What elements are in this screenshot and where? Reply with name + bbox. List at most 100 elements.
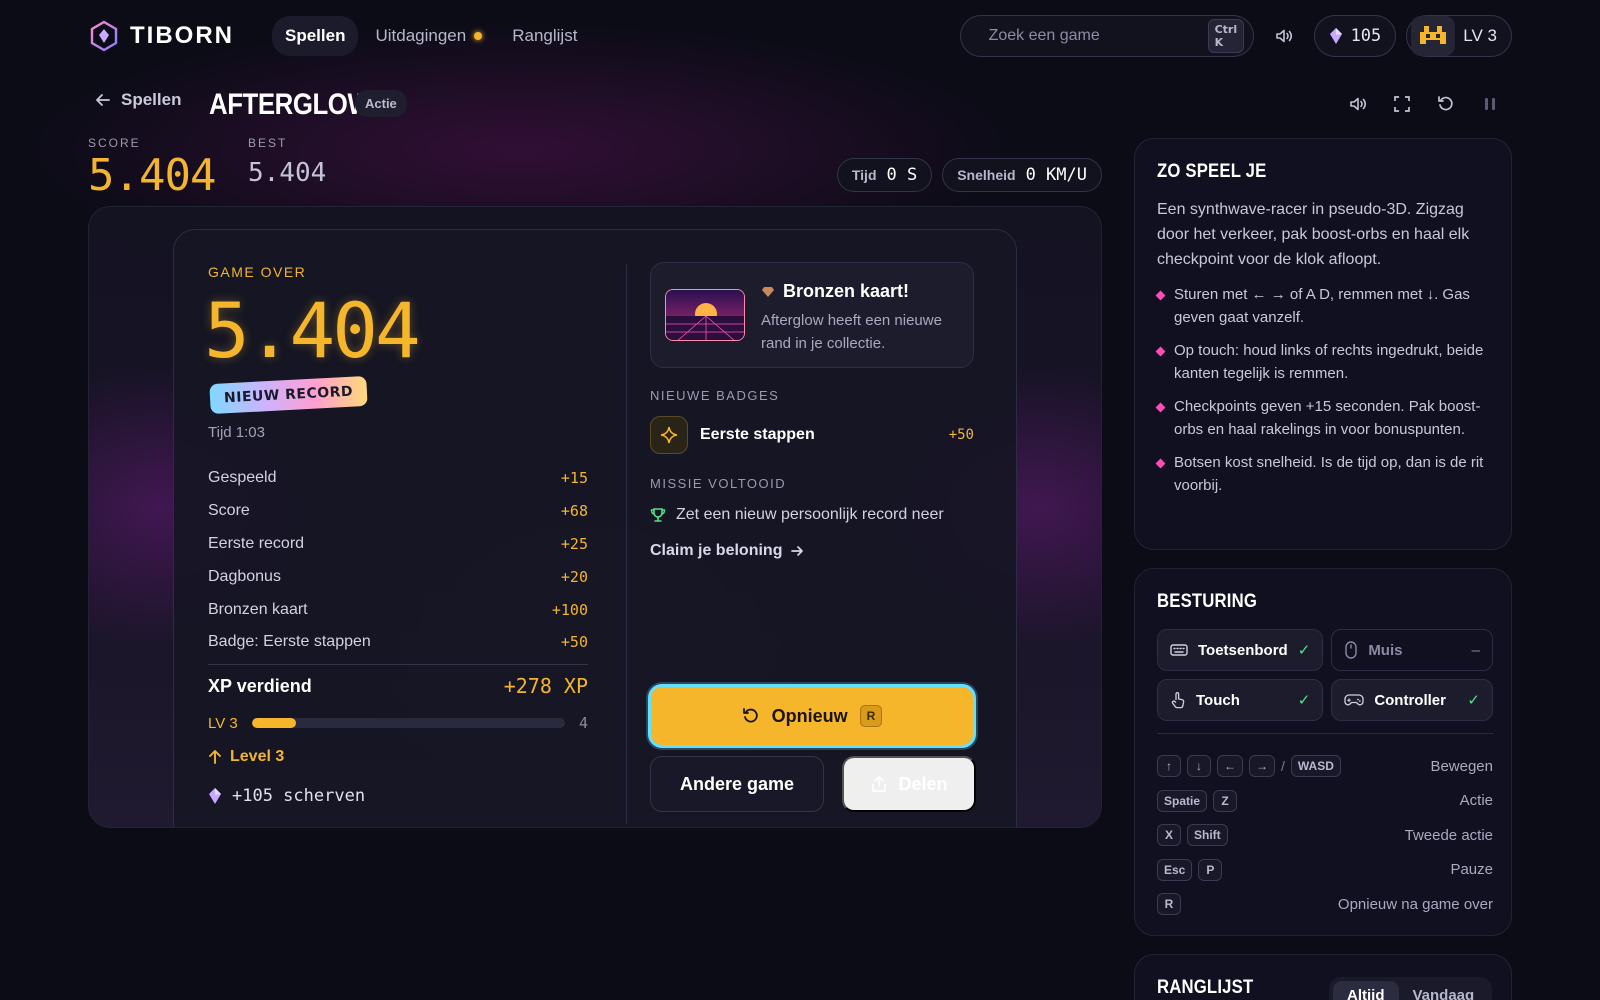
shards-counter[interactable]: 105 [1313, 15, 1397, 57]
level-to: 4 [578, 714, 588, 732]
speed-chip: Snelheid 0 KM/U [942, 158, 1102, 192]
xp-breakdown: Gespeeld +15 Score +68 Eerste record +25 Da… [208, 462, 588, 659]
search-input[interactable] [988, 27, 1196, 45]
logo[interactable]: TIBORN [88, 20, 234, 52]
reward-label: Dagbonus [208, 567, 281, 585]
time-chip: Tijd 0 S [836, 158, 933, 192]
sound-button[interactable] [1264, 16, 1304, 56]
reward-label: Eerste record [208, 534, 305, 552]
key-cap: Z [1213, 789, 1238, 812]
unlock-card[interactable]: Bronzen kaart! Afterglow heeft een nieuw… [650, 262, 974, 368]
tab-vandaag[interactable]: Vandaag [1399, 981, 1489, 1000]
device-mouse[interactable]: Muis – [1331, 629, 1493, 671]
reward-value: +15 [560, 469, 588, 488]
tip-text: Op touch: houd links of rechts ingedrukt… [1174, 342, 1484, 382]
mission-item: Zet een nieuw persoonlijk record neer [650, 506, 944, 524]
nav-link-label: Spellen [285, 26, 346, 45]
restart-icon [742, 708, 758, 723]
sparkle-icon [660, 426, 678, 444]
device-controller[interactable]: Controller ✓ [1331, 679, 1493, 721]
level-progress-bar [251, 718, 565, 728]
retry-button[interactable]: Opnieuw R [648, 684, 976, 748]
bullet-diamond-icon [1155, 346, 1166, 357]
diamond-icon [762, 286, 774, 297]
restart-button[interactable] [1428, 86, 1464, 122]
key-cap: Esc [1157, 858, 1193, 881]
claim-label: Claim je beloning [650, 542, 783, 559]
arrow-left-icon [96, 94, 110, 106]
notification-dot [474, 32, 483, 40]
leaderboard-tabs: Altijd Vandaag [1329, 977, 1493, 1000]
genre-badge: Actie [355, 90, 407, 117]
key-binding-row: X Shift Tweede actie [1157, 818, 1493, 853]
device-status: – [1471, 641, 1480, 659]
synthwave-thumbnail-icon [666, 290, 744, 340]
pause-button[interactable] [1472, 86, 1508, 122]
profile-level[interactable]: LV 3 [1406, 15, 1512, 57]
nav-link-uitdagingen[interactable]: Uitdagingen [362, 16, 495, 56]
final-score: 5.404 [204, 286, 421, 375]
claim-reward-link[interactable]: Claim je beloning [650, 542, 804, 560]
share-label: Delen [898, 773, 948, 794]
best-score: 5.404 [248, 158, 327, 188]
mission-label: MISSIE VOLTOOID [650, 476, 787, 491]
shards-count: 105 [1350, 26, 1382, 46]
reward-label: Badge: Eerste stappen [208, 633, 371, 651]
nav-right: Ctrl K 105 LV 3 [959, 15, 1512, 57]
search-box[interactable]: Ctrl K [959, 15, 1254, 57]
reward-value: +68 [560, 502, 588, 521]
xp-value: +278 XP [503, 674, 588, 698]
level-progress: LV 3 4 [208, 714, 588, 732]
nav-link-ranglijst[interactable]: Ranglijst [499, 16, 590, 56]
level-label: LV 3 [1463, 26, 1497, 45]
device-label: Controller [1374, 691, 1446, 709]
time-value: 0 S [886, 165, 918, 185]
other-game-button[interactable]: Andere game [650, 756, 824, 812]
game-over-card: GAME OVER 5.404 NIEUW RECORD Tijd 1:03 G… [173, 229, 1017, 827]
badge-name: Eerste stappen [700, 426, 815, 443]
howto-title: ZO SPEEL JE [1157, 161, 1267, 182]
bullet-diamond-icon [1155, 290, 1166, 301]
reward-row: Badge: Eerste stappen +50 [208, 626, 588, 659]
reward-label: Bronzen kaart [208, 600, 308, 618]
fullscreen-icon [1394, 96, 1410, 112]
mute-button[interactable] [1340, 86, 1376, 122]
key-binding-row: R Opnieuw na game over [1157, 887, 1493, 922]
level-up: Level 3 [208, 748, 284, 766]
key-binding-row: Spatie Z Actie [1157, 784, 1493, 819]
tip-text: Botsen kost snelheid. Is de tijd op, dan… [1174, 454, 1484, 494]
search-shortcut: Ctrl K [1207, 19, 1245, 53]
list-item: Botsen kost snelheid. Is de tijd op, dan… [1155, 451, 1493, 497]
nav-link-spellen[interactable]: Spellen [272, 16, 359, 56]
key-cap: ↓ [1187, 755, 1211, 778]
key-cap: WASD [1290, 755, 1341, 778]
key-action: Tweede actie [1404, 826, 1493, 844]
device-touch[interactable]: Touch ✓ [1157, 679, 1324, 721]
top-nav: TIBORN Spellen Uitdagingen Ranglijst Ctr… [88, 14, 1512, 58]
share-button[interactable]: Delen [842, 756, 976, 812]
bullet-diamond-icon [1155, 458, 1166, 469]
main-nav: Spellen Uitdagingen Ranglijst [272, 16, 590, 56]
tab-altijd[interactable]: Altijd [1333, 981, 1399, 1000]
badges-label: NIEUWE BADGES [650, 388, 780, 403]
device-label: Muis [1368, 641, 1403, 659]
speaker-icon [1350, 97, 1367, 111]
fullscreen-button[interactable] [1384, 86, 1420, 122]
controls-title: BESTURING [1157, 591, 1258, 612]
current-score: 5.404 [88, 150, 216, 201]
xp-label: XP verdiend [208, 675, 312, 696]
badge-item[interactable]: Eerste stappen +50 [650, 416, 974, 454]
reward-value: +100 [551, 600, 588, 619]
gamepad-icon [1344, 694, 1364, 706]
reward-row: Gespeeld +15 [208, 462, 588, 495]
speaker-icon [1275, 29, 1292, 43]
back-link[interactable]: Spellen [95, 90, 181, 110]
badge-value: +50 [948, 427, 974, 443]
pause-icon [1485, 98, 1495, 110]
leaderboard-title: RANGLIJST [1157, 977, 1254, 998]
device-status: ✓ [1297, 692, 1311, 709]
device-keyboard[interactable]: Toetsenbord ✓ [1157, 629, 1324, 671]
unlock-title-label: Bronzen kaart! [783, 281, 910, 301]
game-canvas[interactable]: GAME OVER 5.404 NIEUW RECORD Tijd 1:03 G… [88, 206, 1102, 828]
reward-row: Bronzen kaart +100 [208, 593, 588, 626]
